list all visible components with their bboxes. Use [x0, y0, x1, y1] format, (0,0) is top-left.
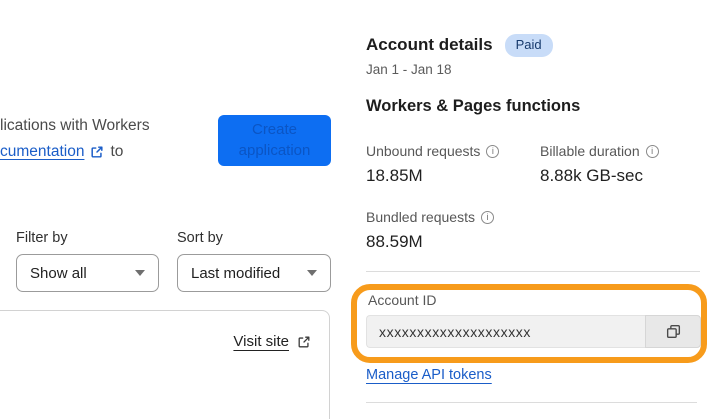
visit-site-label: Visit site: [233, 333, 289, 350]
info-icon[interactable]: i: [645, 144, 659, 158]
external-link-icon: [297, 335, 311, 349]
stat-bundled-requests: Bundled requests i 88.59M: [366, 209, 494, 252]
intro-text-line2: cumentation to: [0, 143, 123, 161]
workers-pages-dashboard: lications with Workers cumentation to Cr…: [0, 0, 718, 419]
stat-value: 88.59M: [366, 232, 423, 251]
account-details-panel: Account details Paid Jan 1 - Jan 18 Work…: [366, 0, 701, 419]
account-id-field: [366, 315, 701, 348]
stat-value: 8.88k GB-sec: [540, 166, 643, 185]
stat-billable-duration: Billable duration i 8.88k GB-sec: [540, 143, 659, 186]
chevron-down-icon: [135, 270, 145, 276]
info-icon[interactable]: i: [486, 144, 500, 158]
application-card: Visit site: [0, 310, 330, 419]
filter-by-label: Filter by: [16, 230, 68, 246]
filter-dropdown-value: Show all: [30, 264, 87, 282]
info-icon[interactable]: i: [480, 210, 494, 224]
filter-dropdown[interactable]: Show all: [16, 254, 159, 292]
copy-account-id-button[interactable]: [645, 315, 701, 348]
stat-label: Bundled requests: [366, 209, 475, 225]
account-details-header: Account details Paid: [366, 34, 553, 57]
create-application-button[interactable]: Create application: [218, 115, 331, 166]
manage-api-tokens-link[interactable]: Manage API tokens: [366, 367, 492, 383]
documentation-link[interactable]: cumentation: [0, 143, 84, 161]
account-details-title: Account details: [366, 35, 493, 55]
account-id-input[interactable]: [366, 315, 645, 348]
divider: [366, 271, 700, 272]
visit-site-link[interactable]: Visit site: [233, 333, 311, 350]
sort-by-label: Sort by: [177, 230, 223, 246]
copy-icon: [665, 323, 682, 340]
account-id-label: Account ID: [368, 292, 437, 308]
stat-label: Unbound requests: [366, 143, 481, 159]
external-link-icon: [90, 145, 104, 159]
stat-value: 18.85M: [366, 166, 423, 185]
sort-dropdown[interactable]: Last modified: [177, 254, 331, 292]
intro-text-line1: lications with Workers: [0, 117, 150, 134]
chevron-down-icon: [307, 270, 317, 276]
divider: [366, 402, 697, 403]
paid-badge: Paid: [504, 34, 553, 57]
date-range: Jan 1 - Jan 18: [366, 62, 452, 77]
stat-label: Billable duration: [540, 143, 640, 159]
sort-dropdown-value: Last modified: [191, 264, 281, 282]
stat-unbound-requests: Unbound requests i 18.85M: [366, 143, 500, 186]
section-title: Workers & Pages functions: [366, 97, 581, 115]
intro-text-suffix: to: [110, 143, 124, 160]
